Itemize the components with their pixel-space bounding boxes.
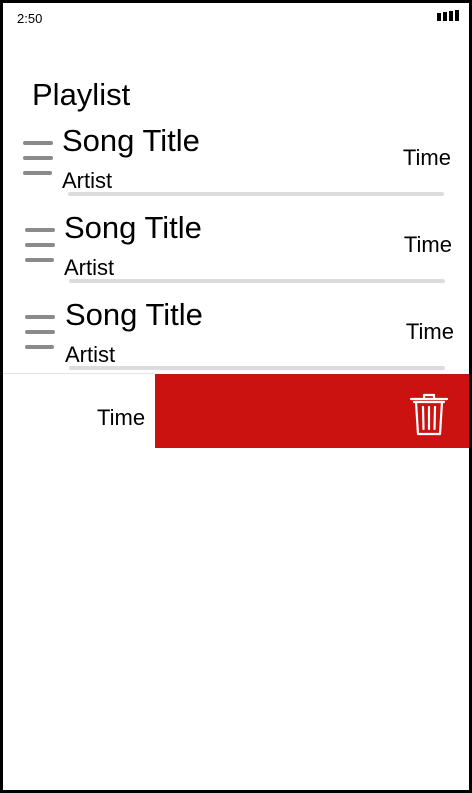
trash-icon xyxy=(409,393,449,436)
divider xyxy=(69,366,445,370)
song-time: Time xyxy=(403,232,452,257)
song-artist: Artist xyxy=(64,255,115,280)
drag-handle-icon[interactable] xyxy=(25,315,57,360)
status-bar-time: 2:50 xyxy=(17,11,43,26)
drag-handle-icon[interactable] xyxy=(23,141,55,186)
swiped-row-content[interactable]: Time xyxy=(3,373,155,448)
song-title: Song Title xyxy=(62,123,200,158)
divider xyxy=(68,192,444,196)
list-item[interactable]: Song Title Artist Time xyxy=(3,297,469,384)
phone-frame: 2:50 Playlist Song Title Artist Time Son… xyxy=(0,0,472,793)
song-time: Time xyxy=(97,405,146,430)
list-item[interactable]: Song Title Artist Time xyxy=(3,123,469,210)
list-item[interactable]: Song Title Artist Time xyxy=(3,210,469,297)
song-artist: Artist xyxy=(62,168,113,193)
song-title: Song Title xyxy=(64,210,202,245)
swiped-list-item[interactable]: Time xyxy=(3,373,469,448)
page-title: Playlist xyxy=(32,77,131,112)
song-title: Song Title xyxy=(65,297,203,332)
delete-button[interactable] xyxy=(155,374,469,448)
drag-handle-icon[interactable] xyxy=(25,228,57,273)
song-time: Time xyxy=(402,145,451,170)
signal-bars-icon xyxy=(437,10,459,21)
divider xyxy=(69,279,445,283)
song-time: Time xyxy=(405,319,454,344)
song-artist: Artist xyxy=(65,342,116,367)
